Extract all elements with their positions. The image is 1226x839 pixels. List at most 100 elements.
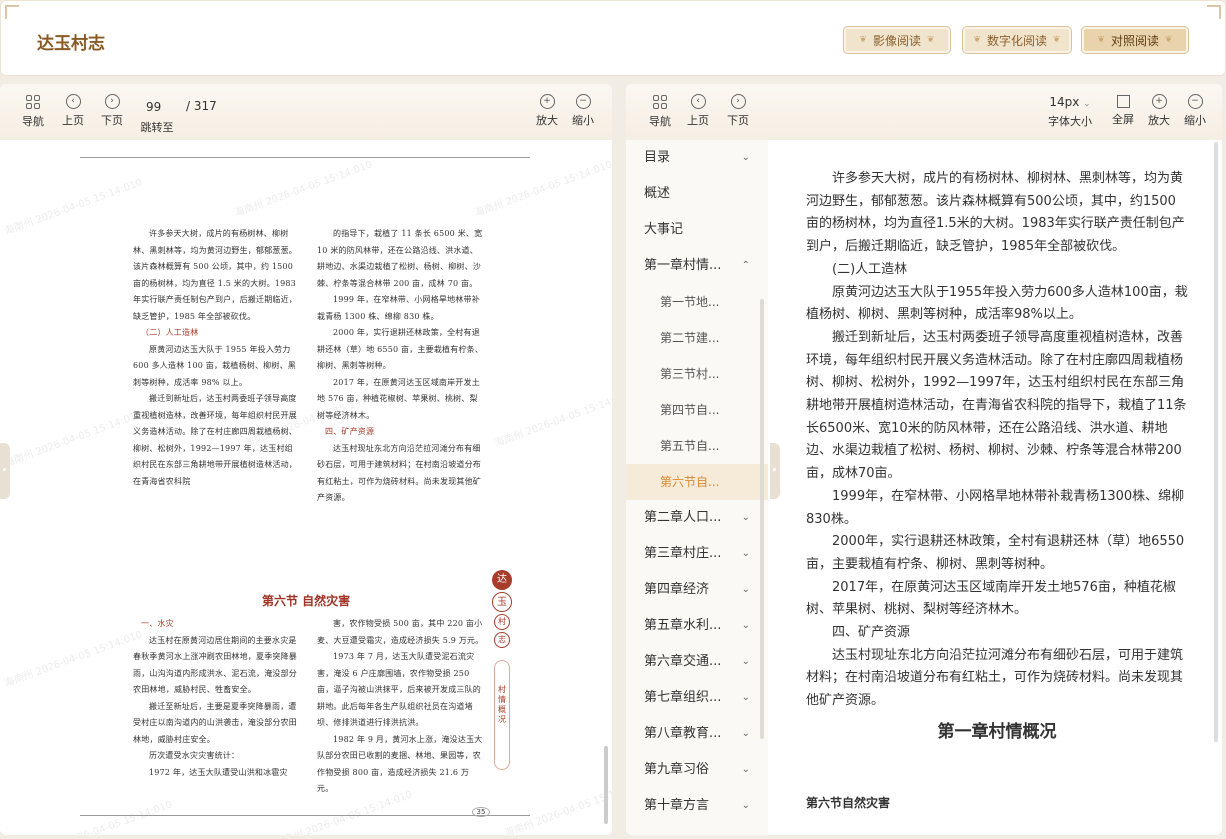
page-total: / 317 xyxy=(186,99,217,113)
toc-section-item[interactable]: 第三节村... xyxy=(626,356,768,392)
toc-chapter-item[interactable]: 第十章方言 ⌄ xyxy=(626,788,768,824)
toc-section-item[interactable]: 第四节自... xyxy=(626,392,768,428)
chevron-down-icon[interactable]: ⌄ xyxy=(742,644,750,680)
zoom-out-button[interactable]: − 缩小 xyxy=(570,94,596,128)
scan-paragraph: 1999 年，在窄林带、小网格旱地林带补栽青杨 1300 株、绵柳 830 株。 xyxy=(317,295,480,321)
toc-section-item[interactable]: 第六节自... xyxy=(626,464,768,500)
toc-nav-button[interactable]: 导航 xyxy=(647,94,673,129)
toc-chapter-item[interactable]: 概述 xyxy=(626,176,768,212)
next-label: 下页 xyxy=(101,114,123,127)
toc-chapter-item[interactable]: 第七章组织... ⌄ xyxy=(626,680,768,716)
toc-chapter-item[interactable]: 第九章习俗 ⌄ xyxy=(626,752,768,788)
toc-collapse-handle[interactable] xyxy=(770,443,780,499)
scan-subheading: 四、矿产资源 xyxy=(325,427,375,436)
left-collapse-handle[interactable] xyxy=(0,443,10,499)
nav-button[interactable]: 导航 xyxy=(20,94,46,129)
grid-icon xyxy=(26,95,40,109)
toc-chapter-item[interactable]: 第八章教育... ⌄ xyxy=(626,716,768,752)
compare-reading-button[interactable]: ❦ 对照阅读 ❦ xyxy=(1081,26,1189,54)
chevron-down-icon[interactable]: ⌄ xyxy=(742,500,750,536)
digital-reading-label: 数字化阅读 xyxy=(986,33,1047,48)
toc-chapter-item[interactable]: 大事记 xyxy=(626,212,768,248)
toc-chapter-item[interactable]: 第五章水利... ⌄ xyxy=(626,608,768,644)
scan-column-3: 一、水灾 达玉村在原黄河边居住期间的主要水灾是春秋季黄河水上涨冲刷农田林地，夏季… xyxy=(133,616,301,781)
digital-reading-button[interactable]: ❦ 数字化阅读 ❦ xyxy=(962,26,1072,54)
chevron-down-icon[interactable]: ⌄ xyxy=(742,572,750,608)
seal-char: 玉 xyxy=(492,592,512,612)
text-prev-page-button[interactable]: ‹ 上页 xyxy=(685,94,711,128)
scanned-page[interactable]: 许多参天大树，成片的有杨树林、柳树林、黑刺林等，均为黄河边野生，郁郁葱葱。该片森… xyxy=(0,140,612,835)
page-scrollbar[interactable] xyxy=(604,746,608,824)
toc-chapter-item[interactable]: 目录 ⌄ xyxy=(626,140,768,176)
next-label: 下页 xyxy=(727,114,749,127)
toc-chapter-item[interactable]: 第一章村情... ⌃ xyxy=(626,248,768,284)
toc-chapter-item[interactable]: 第六章交通... ⌄ xyxy=(626,644,768,680)
chevron-down-icon[interactable]: ⌄ xyxy=(742,680,750,716)
app-header: 达玉村志 ❦ 影像阅读 ❦ ❦ 数字化阅读 ❦ ❦ 对照阅读 ❦ xyxy=(0,0,1226,76)
page-number-input[interactable] xyxy=(140,97,182,117)
nav-label: 导航 xyxy=(649,115,671,128)
zoom-in-button[interactable]: + 放大 xyxy=(534,94,560,128)
ornament-icon: ❦ xyxy=(859,35,867,45)
toc-item-label: 第六章交通... xyxy=(644,654,722,669)
toc-chapter-item[interactable]: 第二章人口... ⌄ xyxy=(626,500,768,536)
text-next-page-button[interactable]: › 下页 xyxy=(725,94,751,128)
watermark: 海南州 2026-04-05 15:14:010 xyxy=(473,159,612,220)
scan-subheading: （二）人工造林 xyxy=(141,328,199,337)
toc-scrollbar[interactable] xyxy=(760,299,764,739)
chevron-down-icon[interactable]: ⌄ xyxy=(742,536,750,572)
zoom-out-label: 缩小 xyxy=(572,114,594,127)
scan-paragraph: 搬迁到新址后，达玉村两委班子领导高度重视植树造林，改善环境，每年组织村民开展义务… xyxy=(133,394,297,486)
chevron-down-icon[interactable]: ⌄ xyxy=(742,140,750,176)
ornament-icon: ❦ xyxy=(973,35,981,45)
toc-item-label: 第六节自... xyxy=(660,475,720,489)
chevron-down-icon[interactable]: ⌄ xyxy=(742,716,750,752)
fullscreen-button[interactable]: 全屏 xyxy=(1110,94,1136,127)
chevron-down-icon: ⌄ xyxy=(1083,99,1091,109)
font-size-select[interactable]: 14px ⌄ 字体大小 xyxy=(1044,94,1096,129)
scan-paragraph: 的指导下，栽植了 11 条长 6500 米、宽 10 米的防风林带，还在公路沿线… xyxy=(317,229,483,288)
toc-item-label: 第二章人口... xyxy=(644,510,722,525)
image-viewer-panel: 导航 ‹ 上页 › 下页 / 317 跳转至 + 放大 − 缩小 许多参天大树，… xyxy=(0,84,612,835)
toc-item-label: 第二节建... xyxy=(660,331,720,345)
watermark: 海南州 2026-04-05 15:14:010 xyxy=(3,177,144,238)
text-zoom-out-button[interactable]: − 缩小 xyxy=(1182,94,1208,128)
text-toolbar: 导航 ‹ 上页 › 下页 14px ⌄ 字体大小 全屏 + 放大 − 缩小 xyxy=(626,84,1222,140)
watermark: 海南州 2026-04-05 15:14:010 xyxy=(3,629,144,690)
prev-label: 上页 xyxy=(62,114,84,127)
reading-paragraph: 原黄河边达玉大队于1955年投入劳力600多人造林100亩，栽植杨树、柳树、黑刺… xyxy=(806,284,1188,323)
chevron-up-icon[interactable]: ⌃ xyxy=(742,248,750,284)
scan-section-title: 第六节 自然灾害 xyxy=(262,594,351,608)
chevron-down-icon[interactable]: ⌄ xyxy=(742,752,750,788)
reading-paragraph: 2017年，在原黄河达玉区域南岸开发土地576亩，种植花椒树、苹果树、桃树、梨树… xyxy=(806,579,1176,618)
toc-section-item[interactable]: 第一节地... xyxy=(626,284,768,320)
chevron-down-icon[interactable]: ⌄ xyxy=(742,788,750,824)
scan-paragraph: 原黄河边达玉大队于 1955 年投入劳力 600 多人造林 100 亩，栽植杨树… xyxy=(133,344,296,387)
compare-reading-label: 对照阅读 xyxy=(1110,33,1159,48)
app-title: 达玉村志 xyxy=(37,34,105,54)
scan-paragraph: 害，农作物受损 500 亩，其中 220 亩小麦、大豆遭受霜灾，造成经济损失 5… xyxy=(317,619,484,645)
toc-section-item[interactable]: 第二节建... xyxy=(626,320,768,356)
zoom-in-label: 放大 xyxy=(536,114,558,127)
prev-label: 上页 xyxy=(687,114,709,127)
toc-item-label: 概述 xyxy=(644,186,671,201)
jump-to-button[interactable]: 跳转至 xyxy=(138,119,176,135)
seal-char: 村 xyxy=(494,614,510,630)
toc-item-label: 第九章习俗 xyxy=(644,762,710,777)
watermark: 海南州 2026-04-05 15:14:010 xyxy=(503,779,612,835)
prev-page-button[interactable]: ‹ 上页 xyxy=(60,94,86,128)
next-page-button[interactable]: › 下页 xyxy=(99,94,125,128)
nav-label: 导航 xyxy=(22,115,44,128)
watermark: 海南州 2026-04-05 15:14:010 xyxy=(233,159,374,220)
reading-scrollbar[interactable] xyxy=(1214,142,1218,742)
zoom-out-icon: − xyxy=(1187,94,1203,109)
toc-section-item[interactable]: 第五节自... xyxy=(626,428,768,464)
chevron-left-icon: ‹ xyxy=(690,94,706,109)
image-reading-button[interactable]: ❦ 影像阅读 ❦ xyxy=(843,26,951,54)
toc-chapter-item[interactable]: 第四章经济 ⌄ xyxy=(626,572,768,608)
font-size-value: 14px ⌄ xyxy=(1044,94,1096,113)
scan-paragraph: 2000 年，实行退耕还林政策，全村有退耕还林（草）地 6550 亩，主要栽植有… xyxy=(317,328,484,370)
text-zoom-in-button[interactable]: + 放大 xyxy=(1146,94,1172,128)
toc-chapter-item[interactable]: 第三章村庄... ⌄ xyxy=(626,536,768,572)
chevron-down-icon[interactable]: ⌄ xyxy=(742,608,750,644)
